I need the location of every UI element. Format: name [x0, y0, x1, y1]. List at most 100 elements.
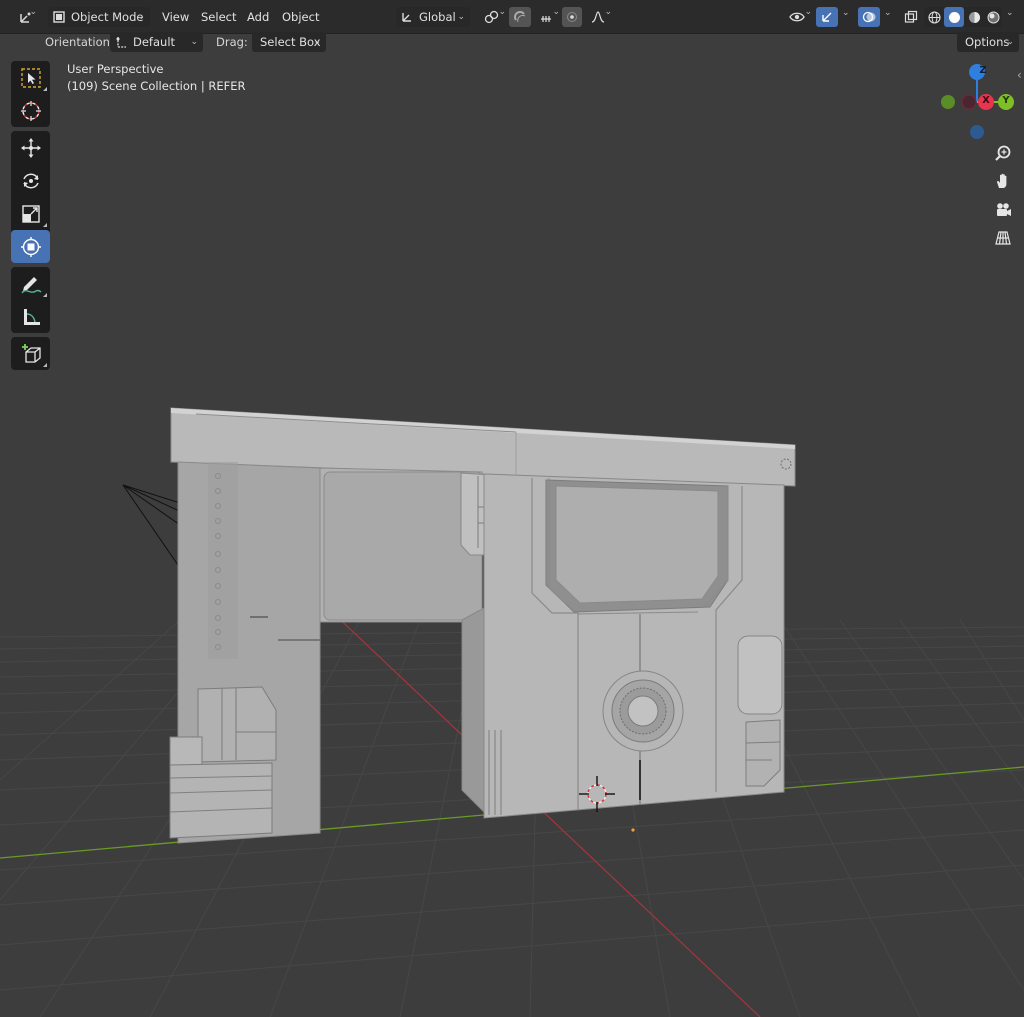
shading-mode-group	[924, 7, 1002, 27]
3d-viewport[interactable]: User Perspective (109) Scene Collection …	[0, 52, 1024, 1017]
rotate-tool[interactable]	[11, 164, 50, 197]
gizmo-toggle[interactable]	[816, 7, 838, 27]
rotate-icon	[22, 172, 39, 189]
chevron-down-icon: ⌄	[552, 7, 560, 17]
mode-dropdown[interactable]: Object Mode ⌄	[48, 7, 150, 27]
cursor-tool[interactable]	[11, 94, 50, 127]
wireframe-shading-button[interactable]	[924, 7, 944, 27]
grid-perspective-icon	[995, 231, 1011, 245]
annotate-icon	[20, 276, 41, 293]
tool-settings-bar: Orientation: Default ⌄ Drag: Select Box …	[0, 32, 1024, 52]
chevron-down-icon: ⌄	[137, 12, 145, 22]
add-cube-icon	[21, 343, 41, 363]
chevron-down-icon: ⌄	[1006, 37, 1014, 47]
rendered-shading-button[interactable]	[984, 7, 1002, 27]
solid-shading-button[interactable]	[944, 7, 964, 27]
chevron-down-icon: ⌄	[604, 7, 612, 17]
pivot-point-button[interactable]: ⌄	[478, 7, 506, 27]
wireframe-shading-icon	[927, 10, 941, 24]
gizmo-toggle-icon	[822, 12, 832, 22]
toolbar-select-group	[11, 61, 50, 127]
select-box-tool[interactable]	[11, 61, 50, 94]
view-name: User Perspective	[67, 62, 164, 76]
viewport-canvas[interactable]	[0, 52, 1024, 1017]
snap-toggle[interactable]	[509, 7, 531, 27]
solid-shading-icon	[948, 11, 960, 23]
xray-toggle-icon	[904, 10, 918, 23]
drag-dropdown[interactable]: Select Box ⌄	[252, 32, 326, 52]
menu-add[interactable]: Add	[247, 7, 269, 27]
collection-info: (109) Scene Collection | REFER	[67, 79, 246, 93]
move-tool[interactable]	[11, 131, 50, 164]
chevron-down-icon: ⌄	[313, 37, 321, 47]
add-cube-tool[interactable]	[11, 337, 50, 370]
orientation-label: Orientation:	[45, 35, 114, 49]
chevron-down-icon: ⌄	[190, 37, 198, 47]
shading-chevron-icon[interactable]: ⌄	[1006, 8, 1019, 18]
toolbar-transform-group	[11, 131, 50, 263]
object-origin-dot	[631, 828, 635, 832]
toolbar-annotate-group	[11, 267, 50, 333]
measure-icon	[23, 308, 40, 325]
menu-select[interactable]: Select	[201, 7, 236, 27]
sidebar-toggle-icon[interactable]: ‹	[1017, 68, 1022, 82]
chevron-down-icon: ⌄	[804, 7, 812, 17]
proportional-editing-toggle[interactable]	[562, 7, 582, 27]
scale-icon	[21, 204, 40, 223]
rendered-shading-icon	[987, 11, 999, 23]
chevron-down-icon: ⌄	[498, 7, 506, 17]
falloff-curve-icon	[591, 11, 605, 23]
tool-variants-indicator	[43, 87, 47, 91]
camera-icon	[997, 203, 1011, 216]
tool-variants-indicator	[43, 293, 47, 297]
annotate-tool[interactable]	[11, 267, 50, 300]
xray-toggle[interactable]	[900, 7, 922, 27]
chevron-down-icon: ⌄	[29, 7, 37, 17]
overlays-toggle[interactable]	[858, 7, 880, 27]
falloff-button[interactable]: ⌄	[584, 7, 612, 27]
select-box-icon	[20, 67, 41, 88]
drag-label: Drag:	[216, 35, 248, 49]
snap-magnet-icon	[514, 11, 526, 23]
transform-orientation-label: Global	[419, 10, 456, 24]
menu-view[interactable]: View	[162, 7, 189, 27]
measure-tool[interactable]	[11, 300, 50, 333]
options-dropdown[interactable]: Options ⌄	[957, 32, 1019, 52]
overlays-icon	[862, 11, 876, 23]
proportional-editing-icon	[567, 12, 577, 22]
cursor-icon	[20, 100, 41, 121]
zoom-icon	[995, 145, 1011, 161]
gizmo-y-label: Y	[1002, 95, 1010, 106]
camera-view-button[interactable]	[989, 196, 1017, 224]
gizmo-neg-z	[970, 125, 984, 139]
editor-type-button[interactable]: ⌄	[12, 7, 42, 27]
gizmo-neg-y	[941, 95, 955, 109]
snap-target-button[interactable]: ⌄	[532, 7, 560, 27]
door-lock-dial	[602, 670, 684, 752]
viewport-header: ⌄ Object Mode ⌄ View Select Add Object G…	[0, 0, 1024, 34]
orientation-value: Default	[133, 35, 176, 49]
main-door-panel	[483, 473, 785, 819]
transform-orientation-icon	[402, 13, 411, 22]
drag-value: Select Box	[260, 35, 321, 49]
material-preview-button[interactable]	[964, 7, 984, 27]
transform-tool[interactable]	[11, 230, 50, 263]
object-visibility-icon	[789, 12, 805, 22]
move-icon	[20, 137, 41, 158]
orientation-gizmo-icon	[116, 37, 126, 48]
scale-tool[interactable]	[11, 197, 50, 230]
object-visibility-button[interactable]: ⌄	[782, 7, 812, 27]
zoom-button[interactable]	[989, 139, 1017, 167]
gizmo-x-label: X	[982, 95, 990, 106]
pan-button[interactable]	[989, 167, 1017, 195]
object-mode-icon	[53, 11, 65, 23]
material-preview-icon	[968, 11, 980, 23]
doorway-recess	[461, 607, 485, 814]
gizmo-neg-x	[961, 94, 977, 110]
menu-object[interactable]: Object	[282, 7, 319, 27]
transform-orientation-dropdown[interactable]: Global ⌄	[396, 7, 470, 27]
perspective-toggle-button[interactable]	[989, 224, 1017, 252]
snap-increment-icon	[541, 16, 551, 22]
center-upper-panel	[319, 467, 507, 623]
orientation-dropdown[interactable]: Default ⌄	[110, 32, 203, 52]
